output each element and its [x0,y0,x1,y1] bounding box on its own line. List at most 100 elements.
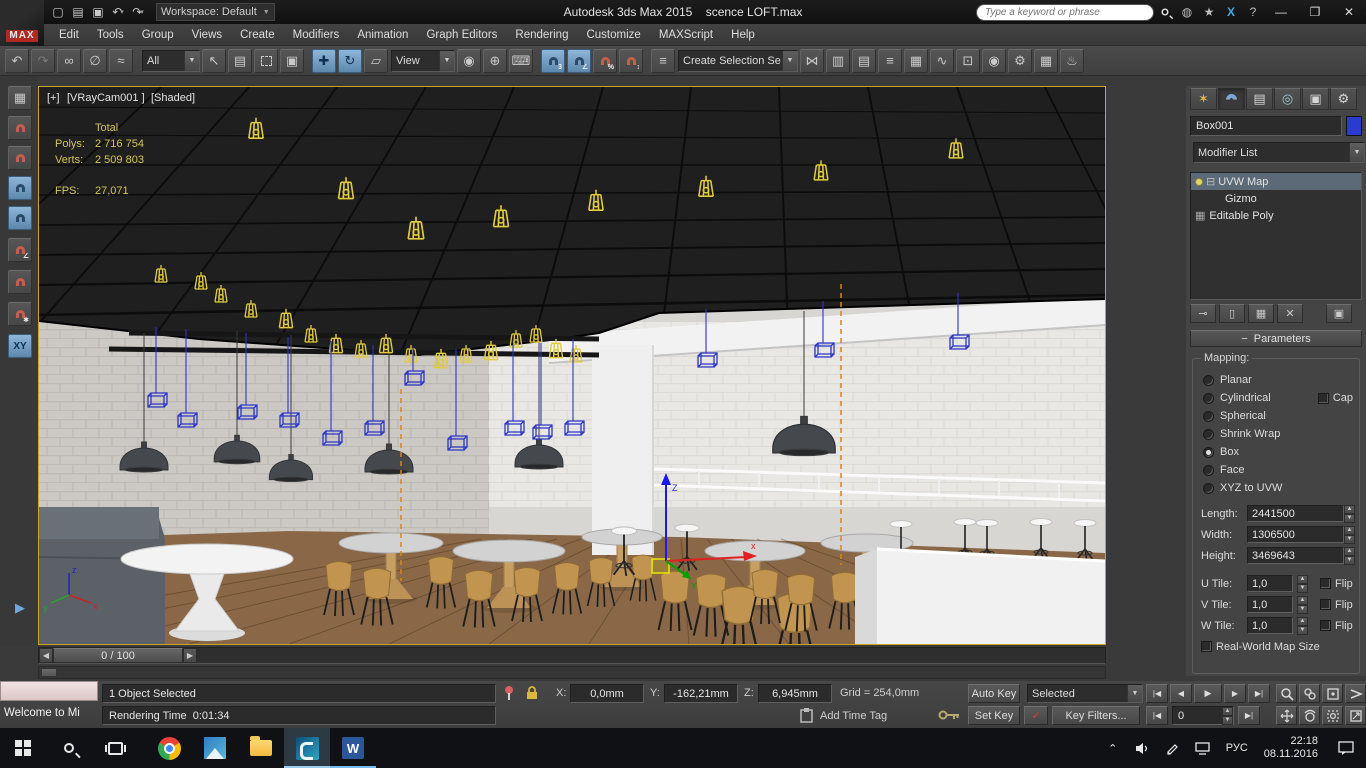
show-end-result-button[interactable]: ▯ [1219,304,1245,323]
real-world-checkbox[interactable] [1201,641,1212,652]
undo-button[interactable]: ↶ [5,48,29,73]
pen-input-icon[interactable] [1158,742,1188,755]
select-and-manipulate-button[interactable]: ⊕ [483,48,507,73]
set-key-button[interactable]: Set Key [968,706,1020,725]
default-tangents-button[interactable]: ✓ [1024,706,1048,725]
frame-spin-up[interactable]: ▲ [1222,706,1233,716]
snap-endpoint-icon[interactable] [8,270,32,294]
field-of-view-icon[interactable] [1345,684,1366,703]
w-tile-spin-up[interactable]: ▲ [1297,616,1308,626]
mapping-option-planar[interactable]: Planar [1193,371,1359,389]
menu-maxscript[interactable]: MAXScript [650,24,722,45]
menu-customize[interactable]: Customize [577,24,649,45]
grid-snap-icon[interactable]: ▦ [8,86,32,110]
minimize-button[interactable]: — [1264,2,1298,22]
redo-button[interactable]: ↷ [31,48,55,73]
mapping-option-face[interactable]: Face [1193,461,1359,479]
time-slider[interactable]: ◀ 0 / 100 ▶ [38,647,1106,664]
keyboard-override-button[interactable]: ⌨ [509,48,533,73]
task-view-icon[interactable] [92,728,138,768]
percent-snap-button[interactable]: % [593,48,617,73]
angle-snap-button[interactable]: ∠ [567,48,591,73]
tab-create[interactable]: ✶ [1190,88,1217,110]
next-frame-button[interactable]: ▶ [183,648,197,663]
v-tile-spin-down[interactable]: ▼ [1297,604,1308,614]
selection-lock-icon[interactable] [525,685,539,704]
communication-center-icon[interactable]: ◍ [1176,3,1198,21]
time-slider-handle[interactable]: 0 / 100 [53,648,183,663]
select-object-button[interactable]: ↖ [202,48,226,73]
workspace-dropdown[interactable]: Workspace: Default ▼ [156,3,275,21]
chrome-icon[interactable] [146,728,192,768]
mapping-option-box[interactable]: Box [1193,443,1359,461]
u-tile-spin-down[interactable]: ▼ [1297,583,1308,593]
height-spin-up[interactable]: ▲ [1344,546,1355,556]
isolate-selection-icon[interactable] [503,685,515,704]
viewport-menu-pov[interactable]: [VRayCam001 ] [67,92,145,104]
remove-modifier-button[interactable]: ✕ [1277,304,1303,323]
zoom-icon[interactable] [1276,684,1297,703]
w-tile-field[interactable]: 1,0 [1247,617,1293,634]
menu-modifiers[interactable]: Modifiers [284,24,349,45]
previous-frame-button[interactable]: ◀ [39,648,53,663]
select-and-scale-button[interactable]: ▱ [364,48,388,73]
height-spin-down[interactable]: ▼ [1344,555,1355,565]
key-mode-dropdown[interactable]: Selected ▼ [1027,684,1143,703]
window-crossing-button[interactable]: ▣ [280,48,304,73]
maximize-viewport-toggle-icon[interactable] [1345,706,1366,725]
select-and-rotate-button[interactable]: ↻ [338,48,362,73]
mapping-option-spherical[interactable]: Spherical [1193,407,1359,425]
pin-stack-button[interactable]: ⊸ [1190,304,1216,323]
align-button[interactable]: ▥ [826,48,850,73]
viewport-canvas[interactable]: Z x Y z x y [+] [VRayCam001 ] [Shaded] T… [39,87,1105,644]
current-frame-field[interactable]: 0 ▲ ▼ [1172,706,1234,725]
selection-region-button[interactable] [254,48,278,73]
track-bar[interactable] [38,666,1106,679]
render-production-button[interactable]: ♨ [1060,48,1084,73]
coord-x-field[interactable]: 0,0mm [570,684,644,703]
toggle-scene-explorer-button[interactable]: ▤ [852,48,876,73]
stack-item-uvw-map[interactable]: ⊟ UVW Map [1191,173,1361,190]
u-tile-field[interactable]: 1,0 [1247,575,1293,592]
mirror-button[interactable]: ⋈ [800,48,824,73]
rendered-frame-window-button[interactable]: ▦ [1034,48,1058,73]
open-file-button[interactable]: ▤ [68,3,88,21]
clock[interactable]: 22:18 08.11.2016 [1256,735,1326,761]
sofa[interactable] [39,507,166,644]
tab-modify[interactable] [1218,88,1245,110]
help-icon[interactable]: ? [1242,3,1264,21]
welcome-window-label[interactable]: Welcome to Mi [4,707,80,719]
width-spin-up[interactable]: ▲ [1344,525,1355,535]
modifier-list-dropdown[interactable]: Modifier List ▼ [1193,142,1365,163]
tab-hierarchy[interactable]: ▤ [1246,88,1273,110]
v-tile-spin-up[interactable]: ▲ [1297,595,1308,605]
snap-edge-icon[interactable] [8,176,32,200]
width-spin-down[interactable]: ▼ [1344,534,1355,544]
viewport-menu-shading[interactable]: [Shaded] [151,92,195,104]
parameters-rollout-header[interactable]: − Parameters [1190,330,1362,347]
collapse-icon[interactable]: ⊟ [1206,175,1215,188]
render-setup-button[interactable]: ⚙ [1008,48,1032,73]
mapping-option-xyz-to-uvw[interactable]: XYZ to UVW [1193,479,1359,497]
auto-key-button[interactable]: Auto Key [968,684,1020,703]
select-and-move-button[interactable]: ✚ [312,48,336,73]
bar-counter[interactable] [855,547,1105,644]
material-editor-button[interactable]: ◉ [982,48,1006,73]
key-filters-button[interactable]: Key Filters... [1052,706,1140,725]
u-tile-spin-up[interactable]: ▲ [1297,574,1308,584]
volume-icon[interactable] [1128,742,1158,755]
maximize-button[interactable]: ❐ [1298,2,1332,22]
favorites-star-icon[interactable]: ★ [1198,3,1220,21]
menu-help[interactable]: Help [722,24,764,45]
close-button[interactable]: ✕ [1332,2,1366,22]
word-taskbar-icon[interactable]: W [330,728,376,768]
menu-create[interactable]: Create [231,24,284,45]
configure-modifier-sets-button[interactable]: ▣ [1326,304,1352,323]
tray-expand-icon[interactable]: ⌃ [1098,742,1128,755]
coord-y-field[interactable]: -162,21mm [664,684,738,703]
bind-to-space-warp-button[interactable]: ≈ [109,48,133,73]
next-key-button[interactable]: ▶| [1238,706,1260,725]
edit-named-selections-button[interactable]: ≡ [651,48,675,73]
v-flip-checkbox[interactable] [1320,599,1331,610]
cap-checkbox[interactable]: Cap [1317,392,1353,404]
